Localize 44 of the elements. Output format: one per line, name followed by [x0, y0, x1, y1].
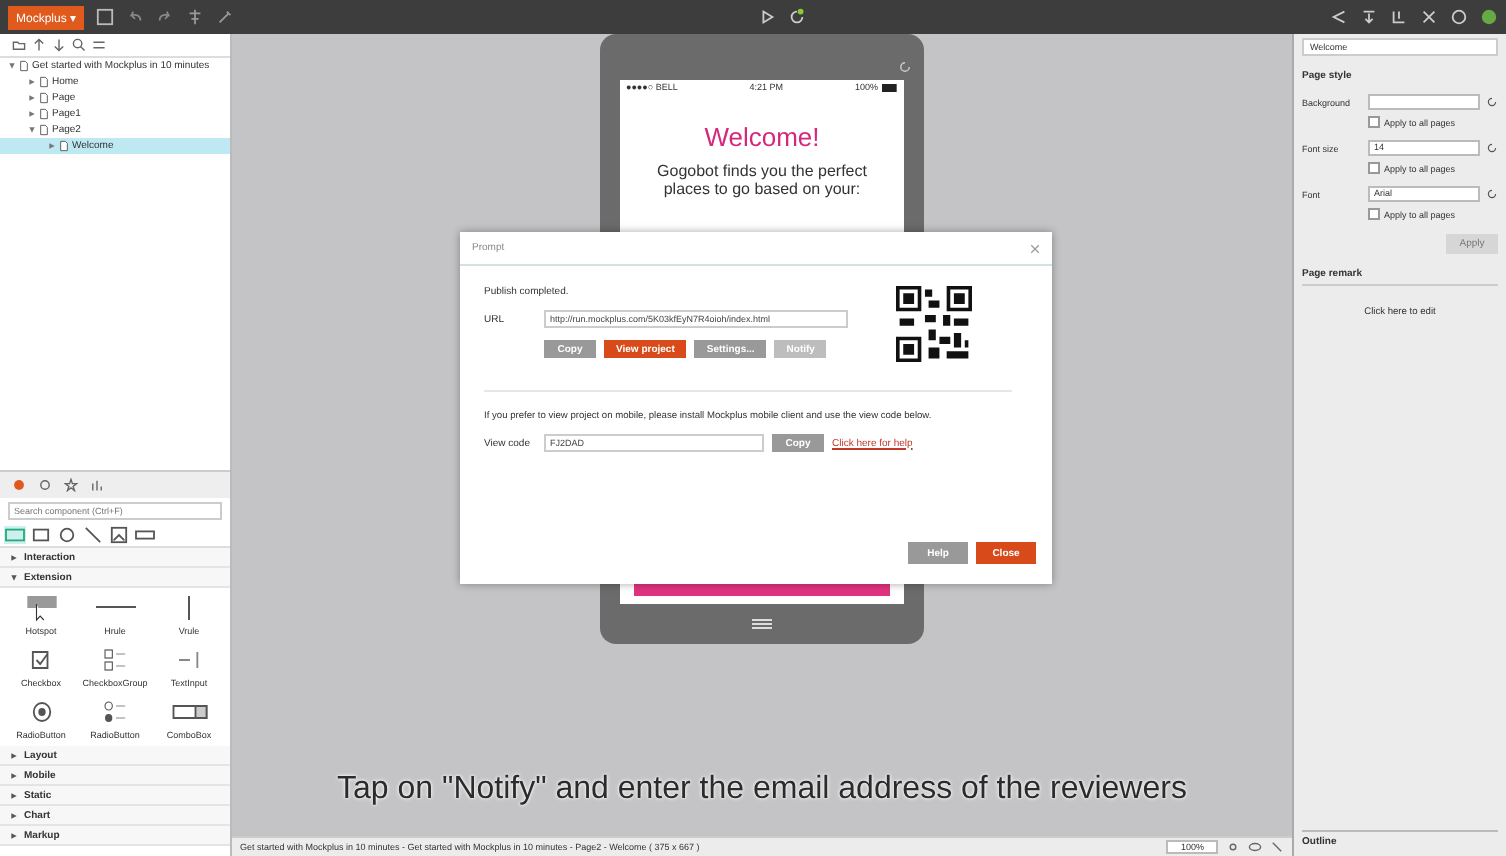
play-icon[interactable]	[758, 8, 777, 26]
expand-icon[interactable]	[10, 771, 18, 779]
folder-icon[interactable]	[12, 38, 26, 52]
apply-checkbox[interactable]	[1368, 208, 1380, 220]
expand-icon[interactable]	[10, 811, 18, 819]
share-icon[interactable]	[1330, 8, 1349, 26]
expand-icon[interactable]	[10, 573, 18, 581]
qr-code-icon	[896, 286, 972, 362]
welcome-text: Gogobot finds you the perfect places to go based on your:	[655, 162, 869, 198]
battery-icon	[881, 83, 898, 91]
rotate-icon[interactable]	[898, 60, 912, 74]
line-icon[interactable]	[82, 526, 104, 544]
expand-icon[interactable]	[48, 142, 56, 150]
undo-icon[interactable]	[126, 8, 145, 26]
export-icon[interactable]	[1360, 8, 1379, 26]
redo-icon[interactable]	[156, 8, 175, 26]
expand-icon[interactable]	[10, 553, 18, 561]
save-icon[interactable]	[96, 8, 115, 26]
property-field[interactable]	[1368, 94, 1480, 110]
refresh-icon[interactable]	[788, 8, 807, 26]
search-icon[interactable]	[72, 38, 86, 52]
apply-checkbox[interactable]	[1368, 162, 1380, 174]
circle-icon[interactable]	[56, 526, 78, 544]
apply-checkbox[interactable]	[1368, 116, 1380, 128]
rectangle-icon[interactable]	[30, 526, 52, 544]
chart-icon[interactable]	[90, 478, 104, 492]
move-down-icon[interactable]	[52, 38, 66, 52]
star-icon[interactable]	[64, 478, 78, 492]
expand-icon[interactable]	[10, 831, 18, 839]
expand-icon[interactable]	[8, 62, 16, 70]
menu-icon[interactable]	[750, 618, 774, 630]
bar-icon[interactable]	[134, 526, 156, 544]
expand-icon[interactable]	[10, 751, 18, 759]
move-up-icon[interactable]	[32, 38, 46, 52]
collapse-icon[interactable]	[92, 38, 106, 52]
welcome-heading: Welcome!	[704, 122, 820, 152]
eye-icon[interactable]	[1248, 840, 1262, 854]
tutorial-caption: Tap on "Notify" and enter the email address of the reviewers	[335, 772, 1189, 808]
close-icon[interactable]	[1420, 8, 1439, 26]
expand-icon[interactable]	[10, 791, 18, 799]
reset-icon[interactable]	[1486, 142, 1498, 154]
image-icon[interactable]	[108, 526, 130, 544]
reset-icon[interactable]	[1486, 188, 1498, 200]
reset-icon[interactable]	[1486, 96, 1498, 108]
